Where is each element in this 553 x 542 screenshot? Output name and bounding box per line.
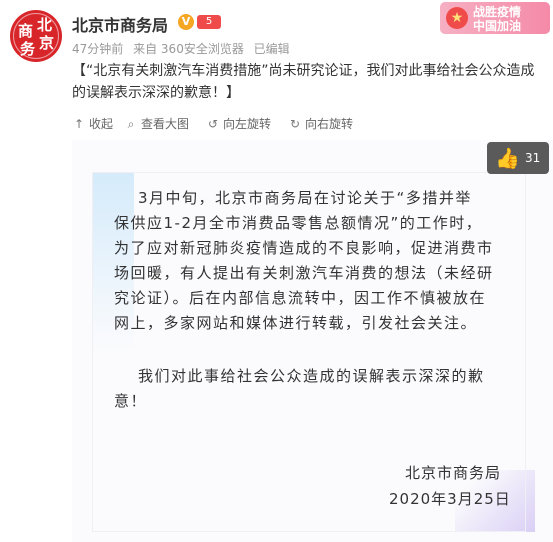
rotate-right-label: 向右旋转 <box>305 117 354 131</box>
letter-line: 3月中旬，北京市商务局在讨论关于“多措并举 <box>138 189 472 207</box>
view-large-label: 查看大图 <box>141 117 190 131</box>
verified-icon: V <box>178 14 194 30</box>
like-button[interactable]: 👍 31 <box>487 142 549 174</box>
letter-date: 2020年3月25日 <box>389 490 511 508</box>
collapse-button[interactable]: ↑ 收起 <box>72 114 113 134</box>
rotate-left-label: 向左旋转 <box>223 117 272 131</box>
author-name[interactable]: 北京市商务局 <box>72 12 168 36</box>
letter-line: 为了应对新冠肺炎疫情造成的不良影响，促进消费市 <box>114 239 494 257</box>
like-count: 31 <box>525 151 541 165</box>
view-large-button[interactable]: ⌕ 查看大图 <box>124 114 189 134</box>
star-icon: ★ <box>446 7 468 29</box>
post-source: 来自 360安全浏览器 <box>133 42 244 56</box>
member-level-icon: 5 <box>197 15 221 29</box>
signature: 北京市商务局 <box>405 464 502 482</box>
apology-line: 我们对此事给社会公众造成的误解表示深深的歉 <box>138 367 485 385</box>
arrow-up-icon: ↑ <box>73 117 85 131</box>
avatar-glyph: 北 <box>37 16 53 34</box>
promo-banner[interactable]: ★ 战胜疫情 中国加油 <box>440 2 550 34</box>
letter-line: 究论证）。后在内部信息流转中，因工作不慎被放在 <box>114 289 487 307</box>
rotate-left-icon: ↺ <box>207 117 219 131</box>
rotate-right-button[interactable]: ↻ 向右旋转 <box>288 114 353 134</box>
post-time[interactable]: 47分钟前 <box>72 42 123 56</box>
edited-label: 已编辑 <box>253 42 290 56</box>
rotate-right-icon: ↻ <box>289 117 301 131</box>
letter-line: 网上，多家网站和媒体进行转载，引发社会关注。 <box>114 314 478 332</box>
avatar[interactable]: 北 京 商 务 <box>10 10 62 62</box>
apology-line: 意！ <box>114 392 148 410</box>
collapse-label: 收起 <box>89 117 114 131</box>
thumbs-up-icon: 👍 <box>495 146 520 170</box>
letter-line: 保供应1-2月全市消费品零售总额情况”的工作时， <box>114 214 483 232</box>
avatar-glyph: 京 <box>39 34 55 52</box>
letter-line: 场回暖，有人提出有关刺激汽车消费的想法（未经研 <box>114 264 494 282</box>
post-meta: 47分钟前 来自 360安全浏览器 已编辑 <box>72 40 296 57</box>
search-icon: ⌕ <box>127 117 135 131</box>
post-text: 【“北京有关刺激汽车消费措施”尚未研究论证，我们对此事给社会公众造成的误解表示深… <box>72 63 535 101</box>
rotate-left-button[interactable]: ↺ 向左旋转 <box>206 114 271 134</box>
avatar-glyph: 务 <box>20 40 36 58</box>
avatar-glyph: 商 <box>18 22 34 40</box>
promo-line2: 中国加油 <box>473 19 522 33</box>
